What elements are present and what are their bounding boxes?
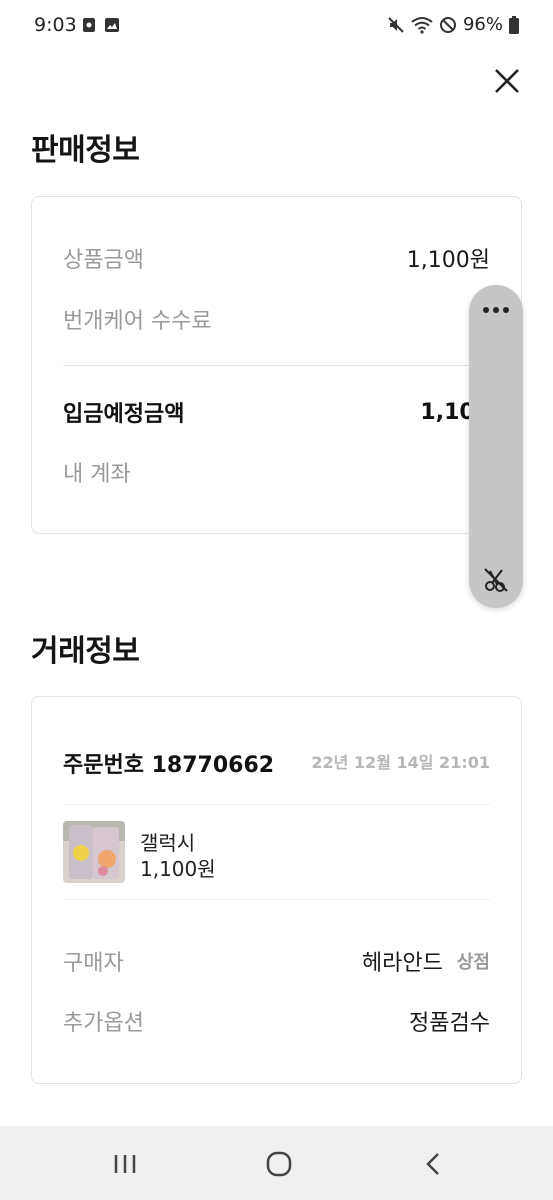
product-image	[63, 821, 125, 883]
order-date: 22년 12월 14일 21:01	[311, 753, 490, 772]
mute-icon	[387, 16, 405, 34]
buyer-row: 구매자 헤라안드 상점	[63, 946, 490, 976]
recent-apps-icon	[114, 1155, 136, 1173]
wifi-icon	[411, 16, 433, 34]
buyer-info: 헤라안드 상점	[362, 945, 490, 977]
sales-info-title: 판매정보	[31, 133, 140, 168]
status-icons-right: 96%	[387, 14, 519, 35]
close-button[interactable]	[490, 64, 524, 98]
no-disturb-icon	[439, 16, 457, 34]
trade-info-card: 주문번호 18770662 22년 12월 14일 21:01 갤럭시 1,10…	[31, 696, 522, 1084]
notification-icon	[82, 17, 96, 33]
home-button[interactable]	[261, 1146, 297, 1182]
battery-percent: 96%	[462, 14, 503, 35]
back-button[interactable]	[416, 1146, 452, 1182]
option-row: 추가옵션 정품검수	[63, 1006, 490, 1036]
order-number: 주문번호 18770662	[63, 753, 275, 778]
trade-info-title: 거래정보	[31, 634, 140, 669]
status-bar: 9:03 96%	[0, 0, 553, 52]
fee-label: 번개케어 수수료	[63, 309, 212, 334]
my-account-label: 내 계좌	[63, 462, 131, 487]
expected-deposit-row: 입금예정금액 1,100	[63, 397, 490, 428]
product-amount-label: 상품금액	[63, 248, 144, 273]
buyer-label: 구매자	[63, 951, 124, 976]
option-value: 정품검수	[409, 1011, 490, 1036]
recent-apps-button[interactable]	[107, 1146, 143, 1182]
product-amount-value: 1,100원	[406, 248, 490, 273]
option-label: 추가옵션	[63, 1011, 144, 1036]
status-time: 9:03	[34, 14, 77, 36]
product-name[interactable]: 갤럭시	[140, 827, 195, 856]
home-icon	[266, 1151, 292, 1177]
sales-info-card: 상품금액 1,100원 번개케어 수수료 무 입금예정금액 1,100 내 계좌…	[31, 196, 522, 534]
product-price: 1,100원	[140, 857, 216, 881]
more-icon[interactable]	[469, 297, 523, 323]
battery-icon	[509, 15, 519, 34]
product-thumbnail[interactable]	[63, 821, 125, 883]
my-account-row: 내 계좌 등	[63, 457, 490, 487]
fee-row: 번개케어 수수료 무	[63, 304, 490, 334]
gallery-icon	[104, 17, 120, 33]
order-divider	[63, 804, 490, 805]
scissors-off-icon[interactable]	[483, 567, 509, 593]
product-divider	[63, 899, 490, 900]
product-amount-row: 상품금액 1,100원	[63, 243, 490, 273]
back-icon	[426, 1153, 439, 1175]
system-nav-bar	[0, 1126, 553, 1200]
sales-divider	[63, 365, 490, 366]
close-icon	[495, 69, 519, 93]
buyer-name: 헤라안드	[361, 951, 443, 976]
edge-panel-handle[interactable]	[469, 285, 523, 608]
shop-link[interactable]: 상점	[457, 948, 490, 974]
status-icons-left	[82, 17, 120, 33]
expected-deposit-label: 입금예정금액	[63, 402, 185, 427]
